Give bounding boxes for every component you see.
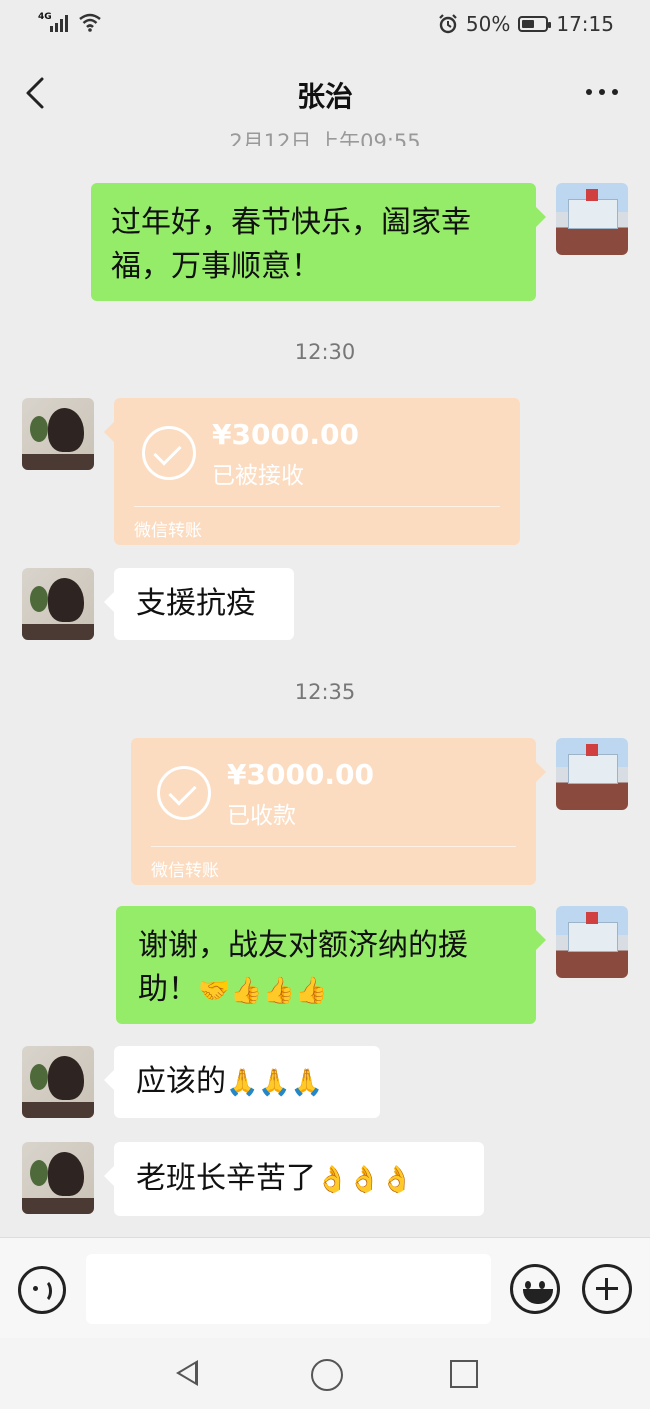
message-bubble-incoming[interactable]: 应该的🙏🙏🙏 [104, 1046, 380, 1118]
contact-avatar[interactable] [22, 398, 94, 470]
status-right: 50% 17:15 [438, 12, 614, 36]
status-bar: 4G 50% 17:15 [0, 0, 650, 50]
more-dot-icon [599, 89, 605, 95]
transfer-status: 已被接收 [212, 463, 304, 489]
transfer-label: 微信转账 [134, 521, 202, 541]
contact-avatar[interactable] [22, 1046, 94, 1118]
more-actions-button[interactable] [582, 1264, 632, 1314]
transfer-divider [151, 846, 516, 847]
message-input[interactable] [86, 1254, 491, 1324]
message-bubble-outgoing[interactable]: 谢谢，战友对额济纳的援助！🤝👍👍👍 [116, 906, 546, 1024]
message-bubble-outgoing[interactable]: 过年好，春节快乐，阖家幸福，万事顺意！ [91, 183, 546, 301]
timestamp: 2月12日 上午09:55 [229, 130, 421, 146]
message-bubble-incoming[interactable]: 支援抗疫 [104, 568, 294, 640]
message-text: 过年好，春节快乐，阖家幸福，万事顺意！ [111, 205, 471, 284]
alarm-icon [439, 14, 457, 34]
message-text: 应该的 [136, 1064, 226, 1099]
transfer-status: 已收款 [227, 803, 296, 829]
system-home-icon[interactable] [311, 1359, 343, 1391]
system-back-icon[interactable] [176, 1360, 198, 1386]
clock: 17:15 [556, 12, 614, 36]
my-avatar[interactable] [556, 183, 628, 255]
more-dot-icon [612, 89, 618, 95]
battery-icon [518, 16, 552, 32]
signal-bars-icon [50, 14, 68, 32]
voice-input-button[interactable] [18, 1266, 66, 1314]
timestamp: 12:30 [294, 340, 356, 364]
emoji-button[interactable] [510, 1264, 560, 1314]
transfer-divider [134, 506, 500, 507]
input-bar [0, 1237, 650, 1338]
smiley-icon [525, 1281, 531, 1289]
more-dot-icon [586, 89, 592, 95]
my-avatar[interactable] [556, 906, 628, 978]
transfer-amount: ¥3000.00 [212, 418, 360, 451]
smiley-eye-icon [539, 1281, 545, 1289]
signal-indicator: 4G [38, 12, 102, 32]
transfer-card-outgoing[interactable]: ¥3000.00 已收款 微信转账 [131, 738, 546, 885]
check-circle-icon [142, 426, 196, 480]
message-bubble-incoming[interactable]: 老班长辛苦了👌👌👌 [104, 1142, 484, 1216]
system-navigation-bar [0, 1338, 650, 1409]
praying-hands-emoji: 🙏🙏🙏 [226, 1068, 324, 1098]
battery-percent: 50% [465, 12, 511, 36]
my-avatar[interactable] [556, 738, 628, 810]
contact-avatar[interactable] [22, 1142, 94, 1214]
system-recents-icon[interactable] [450, 1360, 478, 1388]
timestamp: 12:35 [294, 680, 356, 704]
wifi-icon [79, 13, 101, 32]
transfer-label: 微信转账 [151, 861, 219, 881]
message-text: 老班长辛苦了 [136, 1161, 316, 1196]
thumbs-up-emoji: 🤝👍👍👍 [198, 976, 328, 1006]
smiley-mouth-icon [523, 1289, 553, 1304]
transfer-amount: ¥3000.00 [227, 758, 375, 791]
contact-avatar[interactable] [22, 568, 94, 640]
network-type: 4G [38, 12, 52, 22]
check-circle-icon [157, 766, 211, 820]
message-text: 支援抗疫 [136, 586, 256, 621]
ok-hand-emoji: 👌👌👌 [316, 1165, 414, 1195]
more-options-button[interactable] [586, 89, 618, 95]
chat-title: 张治 [296, 80, 353, 113]
transfer-card-incoming[interactable]: ¥3000.00 已被接收 微信转账 [104, 398, 520, 545]
